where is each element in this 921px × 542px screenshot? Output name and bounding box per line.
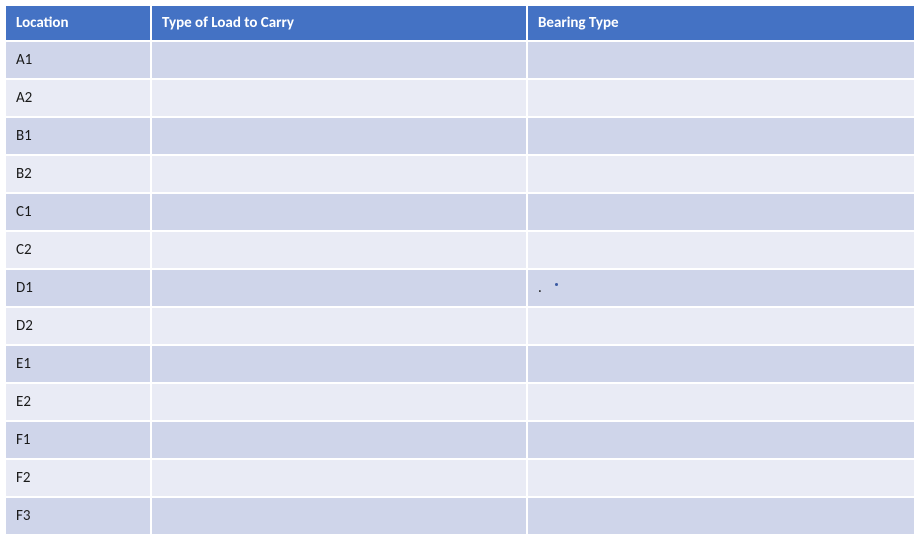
cell-load (152, 232, 528, 270)
cell-location: D1 (6, 270, 152, 308)
cell-load (152, 42, 528, 80)
cell-bearing (528, 194, 914, 232)
table-row: F1 (6, 422, 914, 460)
cell-location: A2 (6, 80, 152, 118)
table-row: A1 (6, 42, 914, 80)
cell-location: F1 (6, 422, 152, 460)
table-row: B2 (6, 156, 914, 194)
cell-bearing (528, 42, 914, 80)
cell-bearing (528, 498, 914, 536)
header-bearing: Bearing Type (528, 6, 914, 42)
cell-bearing: . (528, 270, 914, 308)
cell-load (152, 422, 528, 460)
cell-bearing (528, 80, 914, 118)
table-row: E1 (6, 346, 914, 384)
cell-load (152, 384, 528, 422)
cell-location: C2 (6, 232, 152, 270)
cell-bearing (528, 422, 914, 460)
table-row: D2 (6, 308, 914, 346)
table-row: D1 . (6, 270, 914, 308)
cell-bearing (528, 384, 914, 422)
header-load: Type of Load to Carry (152, 6, 528, 42)
table-row: B1 (6, 118, 914, 156)
cell-bearing (528, 346, 914, 384)
cell-location: E2 (6, 384, 152, 422)
table-row: C2 (6, 232, 914, 270)
cell-location: E1 (6, 346, 152, 384)
cell-location: D2 (6, 308, 152, 346)
cell-location: B2 (6, 156, 152, 194)
cell-location: A1 (6, 42, 152, 80)
cell-load (152, 270, 528, 308)
cell-location: C1 (6, 194, 152, 232)
cell-load (152, 346, 528, 384)
cell-load (152, 498, 528, 536)
cell-load (152, 194, 528, 232)
table-row: F2 (6, 460, 914, 498)
table-row: F3 (6, 498, 914, 536)
cell-bearing (528, 118, 914, 156)
cell-load (152, 308, 528, 346)
cell-load (152, 118, 528, 156)
cell-bearing (528, 460, 914, 498)
cell-location: F3 (6, 498, 152, 536)
cell-location: B1 (6, 118, 152, 156)
cell-bearing (528, 308, 914, 346)
cell-bearing (528, 156, 914, 194)
cell-load (152, 460, 528, 498)
cell-bearing (528, 232, 914, 270)
header-location: Location (6, 6, 152, 42)
cell-location: F2 (6, 460, 152, 498)
cell-load (152, 156, 528, 194)
table-row: E2 (6, 384, 914, 422)
stray-dot-icon (555, 283, 558, 286)
table-row: A2 (6, 80, 914, 118)
cell-load (152, 80, 528, 118)
table-row: C1 (6, 194, 914, 232)
table-header-row: Location Type of Load to Carry Bearing T… (6, 6, 914, 42)
bearing-table: Location Type of Load to Carry Bearing T… (6, 6, 914, 536)
